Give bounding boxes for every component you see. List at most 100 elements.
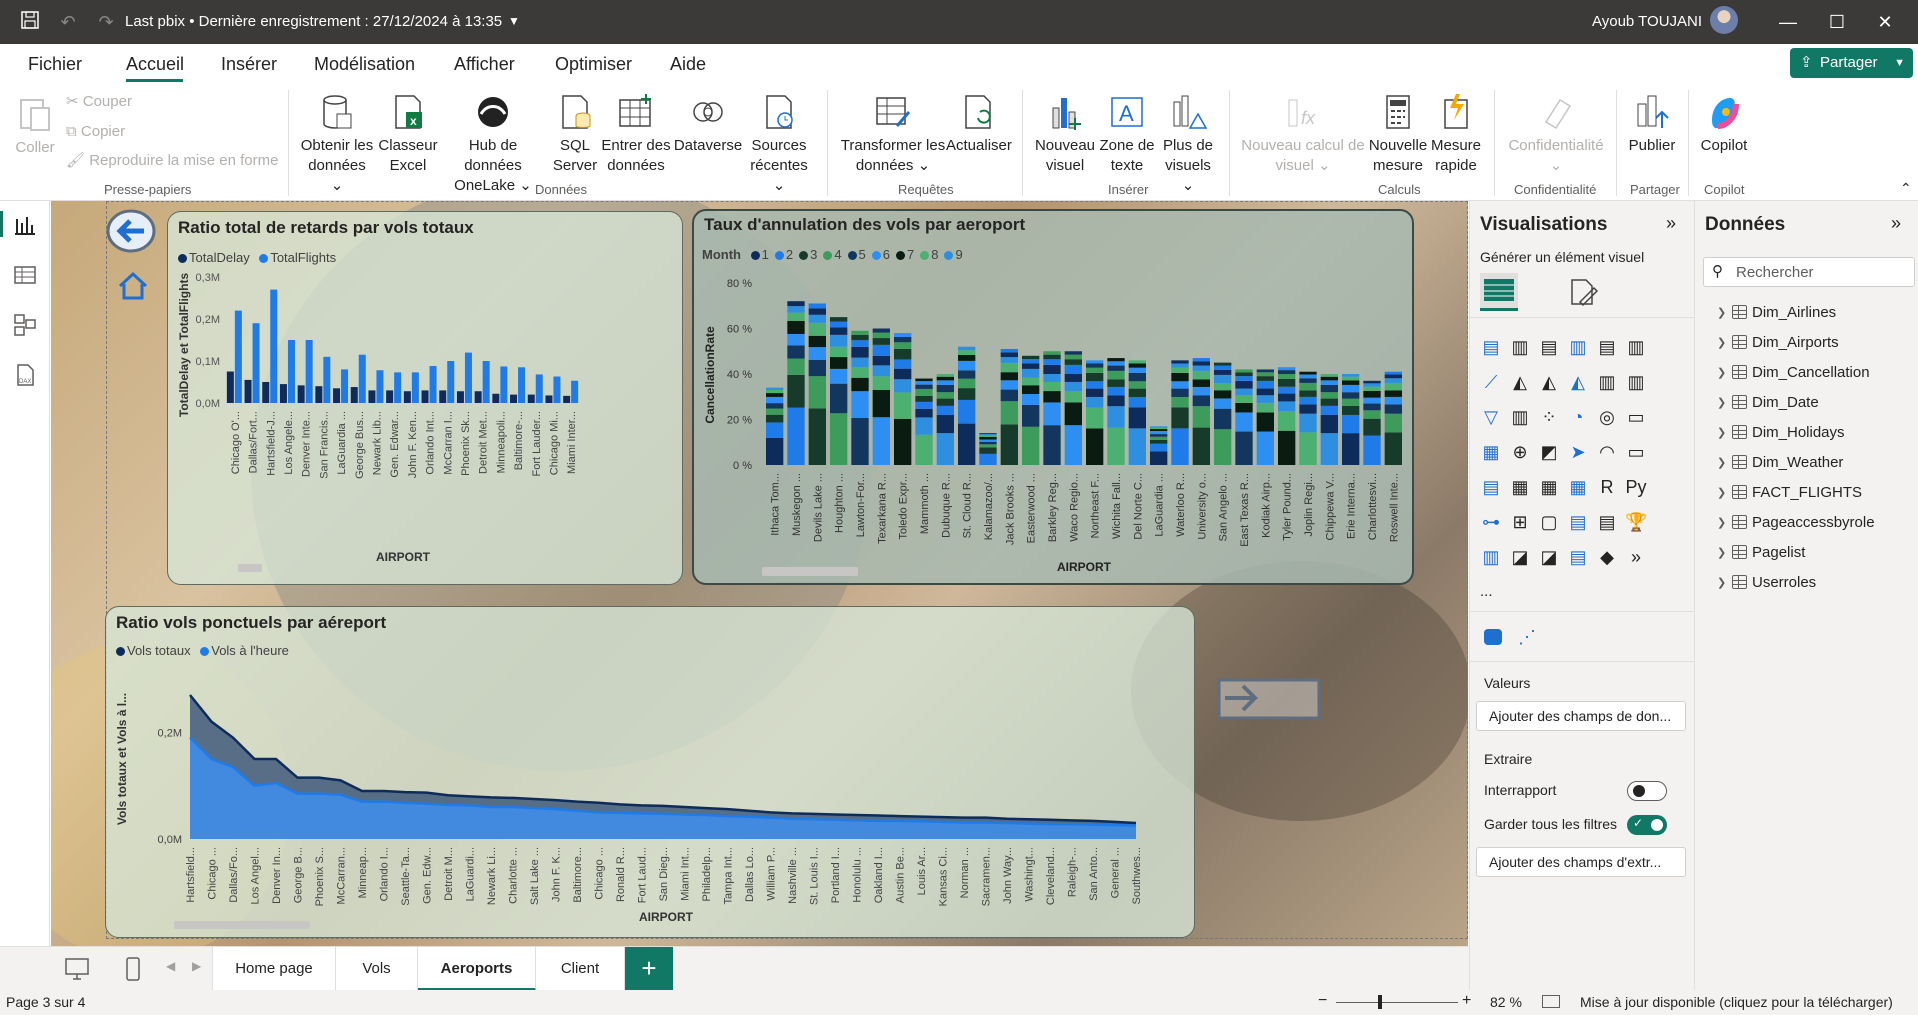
legend-item[interactable]: 7 [907, 247, 914, 262]
chevron-visual-icon[interactable]: » [1625, 546, 1647, 568]
cut-button[interactable]: ✂ Couper [66, 92, 132, 112]
table-item[interactable]: ❯ Userroles [1717, 574, 1816, 591]
metrics-visual-icon[interactable]: ▥ [1480, 546, 1502, 568]
decomposition-tree-visual-icon[interactable]: ⊞ [1509, 511, 1531, 533]
desktop-layout-icon[interactable] [64, 957, 90, 981]
custom-visual-icon[interactable]: ⋰ [1518, 627, 1536, 648]
menu-inserer[interactable]: Insérer [221, 54, 277, 75]
card-visual-icon[interactable]: ▭ [1625, 406, 1647, 428]
publish-button[interactable]: Publier [1624, 92, 1680, 156]
area-visual-icon[interactable]: ◭ [1509, 371, 1531, 393]
home-icon[interactable] [117, 271, 149, 301]
collapse-ribbon-icon[interactable]: ⌃ [1900, 180, 1912, 197]
format-visual-icon[interactable] [1566, 276, 1600, 310]
diamond-visual-icon[interactable]: ◆ [1596, 546, 1618, 568]
new-visual-calc-button[interactable]: fx Nouveau calcul de visuel ⌄ [1240, 92, 1366, 176]
table-item[interactable]: ❯ Dim_Date [1717, 394, 1819, 411]
ai-visual-icon[interactable] [1484, 629, 1502, 645]
clustered-bar-visual-icon[interactable]: ▤ [1538, 336, 1560, 358]
chevron-right-icon[interactable]: ❯ [1717, 456, 1726, 469]
chevron-right-icon[interactable]: ❯ [1717, 306, 1726, 319]
slicer-visual-icon[interactable]: ▦ [1509, 476, 1531, 498]
scrollbar-thumb[interactable] [174, 921, 310, 929]
multi-row-card-visual-icon[interactable]: ▤ [1480, 476, 1502, 498]
menu-fichier[interactable]: Fichier [28, 54, 82, 75]
new-measure-button[interactable]: Nouvelle mesure [1368, 92, 1428, 176]
legend-item[interactable]: Vols totaux [127, 643, 191, 658]
narrative-visual-icon[interactable]: ▤ [1567, 546, 1589, 568]
power-automate-visual-icon[interactable]: ◪ [1538, 546, 1560, 568]
page-tab-vols[interactable]: Vols [336, 947, 418, 991]
legend-item[interactable]: 9 [955, 247, 962, 262]
azure-map-visual-icon[interactable]: ➤ [1567, 441, 1589, 463]
table-item[interactable]: ❯ Dim_Weather [1717, 454, 1843, 471]
filled-map-visual-icon[interactable]: ◩ [1538, 441, 1560, 463]
matrix-visual-icon[interactable]: ▦ [1567, 476, 1589, 498]
fit-to-page-icon[interactable] [1542, 995, 1560, 1008]
scrollbar-thumb[interactable] [762, 567, 858, 576]
map-visual-icon[interactable]: ⊕ [1509, 441, 1531, 463]
pie-visual-icon[interactable]: ◔ [1567, 406, 1589, 428]
table-visual-icon[interactable]: ▦ [1538, 476, 1560, 498]
collapse-pane-icon[interactable]: » [1891, 213, 1901, 234]
table-item[interactable]: ❯ Dim_Cancellation [1717, 364, 1870, 381]
textbox-button[interactable]: A Zone de texte [1096, 92, 1158, 176]
waterfall-visual-icon[interactable]: ▥ [1625, 371, 1647, 393]
table-view-icon[interactable] [12, 262, 38, 288]
chevron-right-icon[interactable]: ❯ [1717, 546, 1726, 559]
zoom-out-icon[interactable]: − [1318, 992, 1327, 1010]
key-influencers-visual-icon[interactable]: ⊶ [1480, 511, 1502, 533]
100-bar-visual-icon[interactable]: ▤ [1596, 336, 1618, 358]
menu-modelisation[interactable]: Modélisation [314, 54, 415, 75]
menu-afficher[interactable]: Afficher [454, 54, 515, 75]
table-item[interactable]: ❯ Pagelist [1717, 544, 1805, 561]
100-column-visual-icon[interactable]: ▥ [1625, 336, 1647, 358]
model-view-icon[interactable] [12, 312, 38, 338]
redo-icon[interactable]: ↷ [94, 10, 118, 34]
prev-page-icon[interactable]: ◀ [166, 959, 175, 973]
chart-plot-area[interactable]: 0 % 20 % 40 % 60 % 80 % CancellationRate Ithac… [694, 265, 1416, 575]
paginated-visual-icon[interactable]: ▤ [1596, 511, 1618, 533]
table-item[interactable]: ❯ Dim_Holidays [1717, 424, 1845, 441]
build-visual-tab[interactable] [1480, 273, 1518, 311]
dataverse-button[interactable]: Dataverse [672, 92, 744, 156]
add-page-button[interactable]: + [625, 947, 673, 991]
title-dropdown-icon[interactable]: ▼ [508, 14, 520, 28]
page-tab-aeroports[interactable]: Aeroports [418, 947, 536, 991]
legend-item[interactable]: 4 [834, 247, 841, 262]
legend-item[interactable]: 5 [859, 247, 866, 262]
scatter-visual-icon[interactable]: ⁘ [1538, 406, 1560, 428]
chart-ontime-ratio[interactable]: Ratio vols ponctuels par aéreport Vols t… [105, 606, 1195, 938]
mobile-layout-icon[interactable] [124, 956, 142, 982]
donut-visual-icon[interactable]: ◎ [1596, 406, 1618, 428]
stacked-column-visual-icon[interactable]: ▥ [1509, 336, 1531, 358]
clustered-column-visual-icon[interactable]: ▥ [1567, 336, 1589, 358]
maximize-icon[interactable]: ☐ [1822, 10, 1852, 34]
dax-query-icon[interactable]: DAX [12, 362, 38, 388]
drillthrough-field-well[interactable]: Ajouter des champs d'extr... [1476, 847, 1686, 877]
share-button[interactable]: ⇪ Partager ▼ [1790, 48, 1913, 78]
search-field[interactable]: ⚲ Rechercher [1703, 257, 1915, 287]
chart-cancellation-rate[interactable]: Taux d'annulation des vols par aeroport … [692, 209, 1414, 585]
chevron-right-icon[interactable]: ❯ [1717, 516, 1726, 529]
close-icon[interactable]: ✕ [1870, 10, 1900, 34]
values-field-well[interactable]: Ajouter des champs de don... [1476, 701, 1686, 731]
scrollbar-thumb[interactable] [238, 564, 262, 572]
save-icon[interactable] [18, 10, 42, 34]
more-visuals-button[interactable]: Plus de visuels ⌄ [1158, 92, 1218, 196]
table-item[interactable]: ❯ Dim_Airlines [1717, 304, 1836, 321]
table-item[interactable]: ❯ Pageaccessbyrole [1717, 514, 1875, 531]
legend-item[interactable]: 1 [762, 247, 769, 262]
r-visual-visual-icon[interactable]: R [1596, 476, 1618, 498]
stacked-bar-visual-icon[interactable]: ▤ [1480, 336, 1502, 358]
format-painter-button[interactable]: 🖌 Reproduire la mise en forme [66, 151, 278, 171]
sql-server-button[interactable]: SQL Server [552, 92, 598, 176]
refresh-button[interactable]: Actualiser [946, 92, 1012, 156]
user-name[interactable]: Ayoub TOUJANI [1592, 13, 1702, 30]
page-tab-client[interactable]: Client [536, 947, 625, 991]
collapse-pane-icon[interactable]: » [1666, 213, 1676, 234]
avatar[interactable] [1710, 6, 1738, 34]
legend-item[interactable]: 3 [810, 247, 817, 262]
legend-item[interactable]: 6 [883, 247, 890, 262]
keep-filters-toggle[interactable]: ✓ [1627, 815, 1667, 835]
